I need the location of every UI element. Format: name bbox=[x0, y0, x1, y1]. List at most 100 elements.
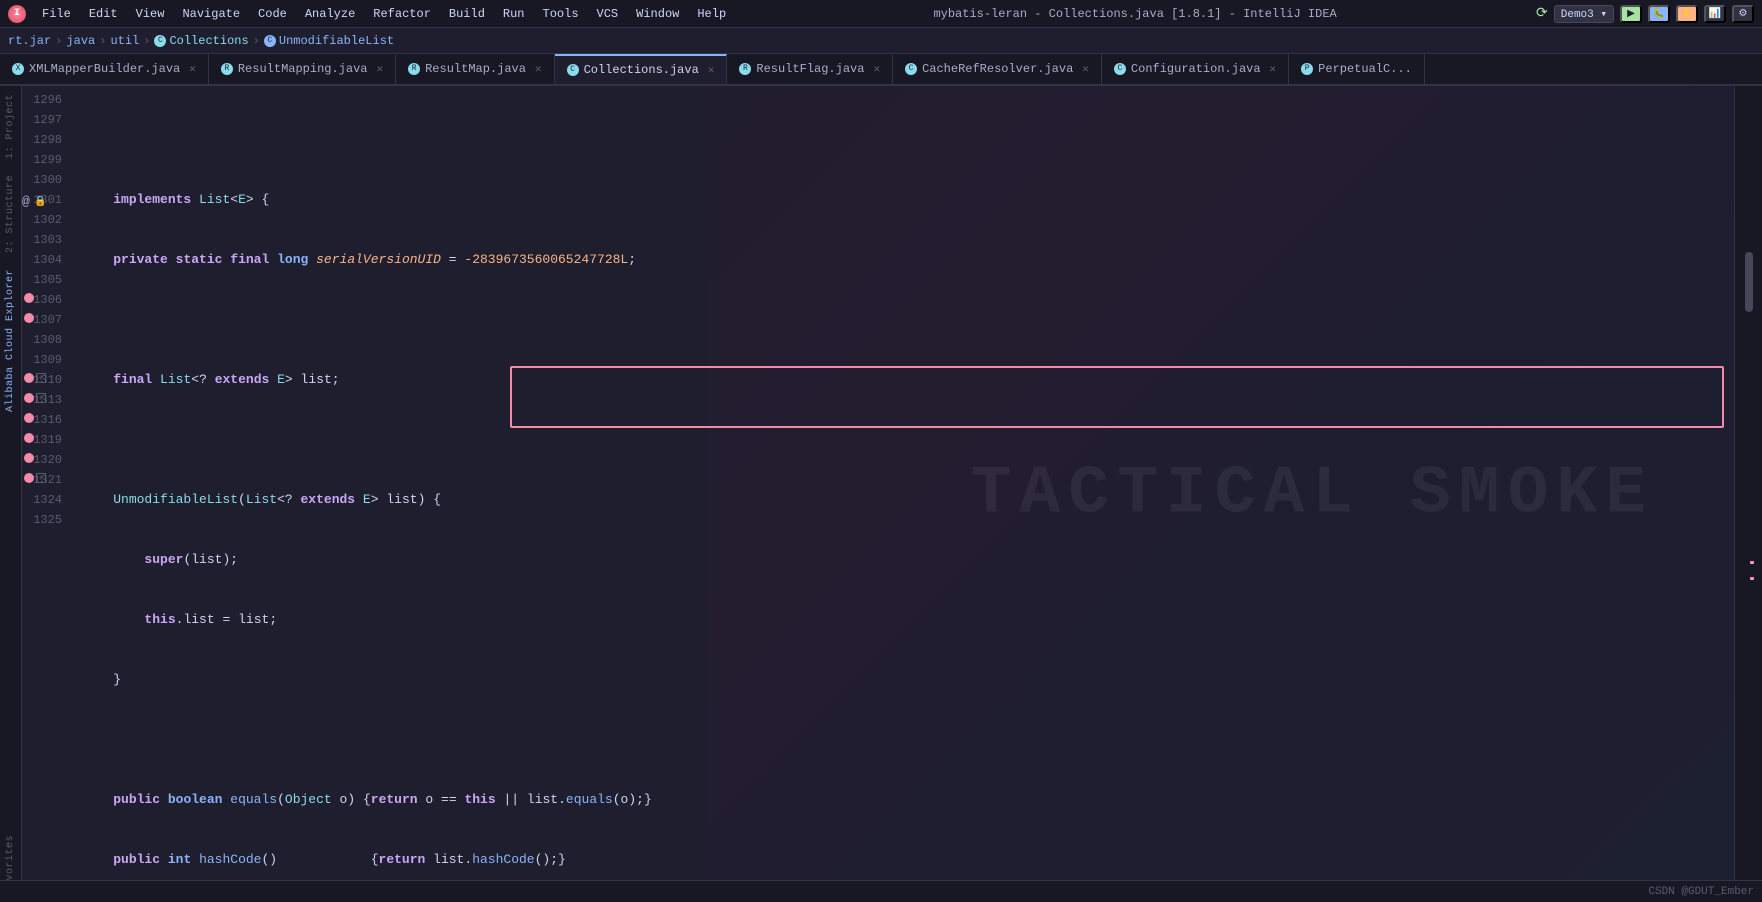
tab-resultmapping[interactable]: R ResultMapping.java ✕ bbox=[209, 54, 396, 84]
code-line-1306: public boolean equals(Object o) {return … bbox=[82, 790, 1734, 810]
code-line-1305 bbox=[82, 730, 1734, 750]
change-marker-1319 bbox=[24, 433, 34, 443]
tab-icon-crr: C bbox=[905, 63, 917, 75]
menu-bar: File Edit View Navigate Code Analyze Ref… bbox=[34, 5, 734, 23]
expand-1321[interactable]: + bbox=[36, 473, 46, 483]
coverage-button[interactable]: 📊 bbox=[1704, 5, 1726, 23]
menu-analyze[interactable]: Analyze bbox=[297, 5, 363, 23]
vtab-cloud[interactable]: Alibaba Cloud Explorer bbox=[2, 261, 19, 420]
code-editor-content[interactable]: implements List<E> { private static fina… bbox=[74, 86, 1734, 902]
tab-close-xml[interactable]: ✕ bbox=[189, 62, 196, 76]
scrollbar-track bbox=[1744, 90, 1754, 902]
gutter-1319: 1319 bbox=[22, 430, 66, 450]
unmodifiable-icon: C bbox=[264, 35, 276, 47]
tab-icon-rm: R bbox=[221, 63, 233, 75]
tab-configuration[interactable]: C Configuration.java ✕ bbox=[1102, 54, 1289, 84]
change-marker-1310 bbox=[24, 373, 34, 383]
breadcrumb-unmodifiable[interactable]: C UnmodifiableList bbox=[264, 34, 394, 48]
tab-icon-perp: P bbox=[1301, 63, 1313, 75]
code-line-1298 bbox=[82, 310, 1734, 330]
menu-vcs[interactable]: VCS bbox=[589, 5, 627, 23]
gutter-1303: 1303 bbox=[22, 230, 66, 250]
change-marker-1320 bbox=[24, 453, 34, 463]
gutter-1305: 1305 bbox=[22, 270, 66, 290]
breadcrumb: rt.jar › java › util › C Collections › C… bbox=[0, 28, 1762, 54]
tab-icon-collections: C bbox=[567, 64, 579, 76]
expand-1310[interactable]: + bbox=[36, 373, 46, 383]
status-bar: CSDN @GDUT_Ember bbox=[0, 880, 1762, 902]
tab-cacherefresolver[interactable]: C CacheRefResolver.java ✕ bbox=[893, 54, 1102, 84]
menu-refactor[interactable]: Refactor bbox=[365, 5, 439, 23]
change-marker-1306 bbox=[24, 293, 34, 303]
gutter-1306: 1306 bbox=[22, 290, 66, 310]
status-csdn: CSDN @GDUT_Ember bbox=[1648, 886, 1754, 898]
menu-code[interactable]: Code bbox=[250, 5, 295, 23]
tab-perpetual[interactable]: P PerpetualC... bbox=[1289, 54, 1425, 84]
main-area: 1: Project 2: Structure Alibaba Cloud Ex… bbox=[0, 86, 1762, 902]
gutter-1296: 1296 bbox=[22, 90, 66, 110]
debug-button[interactable]: 🐛 bbox=[1648, 5, 1670, 23]
tab-resultmap[interactable]: R ResultMap.java ✕ bbox=[396, 54, 554, 84]
run-config-select[interactable]: Demo3 ▾ bbox=[1554, 5, 1614, 23]
menu-run[interactable]: Run bbox=[495, 5, 533, 23]
gutter-1325: 1325 bbox=[22, 510, 66, 530]
tab-collections[interactable]: C Collections.java ✕ bbox=[555, 54, 728, 84]
code-line-1300 bbox=[82, 430, 1734, 450]
menu-help[interactable]: Help bbox=[689, 5, 734, 23]
tabs-row: X XMLMapperBuilder.java ✕ R ResultMappin… bbox=[0, 54, 1762, 86]
code-line-1303: this.list = list; bbox=[82, 610, 1734, 630]
expand-1313[interactable]: + bbox=[36, 393, 46, 403]
change-marker-1316 bbox=[24, 413, 34, 423]
editor[interactable]: TACTICAL SMOKE 1296 1297 1298 1299 1300 … bbox=[22, 86, 1734, 902]
menu-edit[interactable]: Edit bbox=[81, 5, 126, 23]
tab-close-conf[interactable]: ✕ bbox=[1270, 62, 1277, 76]
gutter-1297: 1297 bbox=[22, 110, 66, 130]
window-title: mybatis-leran - Collections.java [1.8.1]… bbox=[742, 7, 1528, 21]
tab-xmlmapperbuilder[interactable]: X XMLMapperBuilder.java ✕ bbox=[0, 54, 209, 84]
code-line-1296: implements List<E> { bbox=[82, 190, 1734, 210]
right-sidebar bbox=[1734, 86, 1762, 902]
breadcrumb-sep2: › bbox=[99, 34, 106, 48]
tab-icon-rf: R bbox=[739, 63, 751, 75]
gutter-1298: 1298 bbox=[22, 130, 66, 150]
gutter-1321: + 1321 bbox=[22, 470, 66, 490]
breadcrumb-collections[interactable]: C Collections bbox=[154, 34, 248, 48]
settings-button[interactable]: ⚙ bbox=[1732, 5, 1754, 23]
gutter-at-1301: @ bbox=[22, 192, 30, 212]
menu-build[interactable]: Build bbox=[441, 5, 493, 23]
menu-navigate[interactable]: Navigate bbox=[174, 5, 248, 23]
menu-file[interactable]: File bbox=[34, 5, 79, 23]
tab-close-crr[interactable]: ✕ bbox=[1082, 62, 1089, 76]
breadcrumb-rtjar[interactable]: rt.jar bbox=[8, 34, 51, 48]
app-logo: I bbox=[8, 5, 26, 23]
gutter-1300: 1300 bbox=[22, 170, 66, 190]
tab-resultflag[interactable]: R ResultFlag.java ✕ bbox=[727, 54, 893, 84]
change-marker-1321 bbox=[24, 473, 34, 483]
menu-window[interactable]: Window bbox=[628, 5, 687, 23]
tab-close-rf[interactable]: ✕ bbox=[873, 62, 880, 76]
breadcrumb-sep4: › bbox=[253, 34, 260, 48]
tab-close-rm[interactable]: ✕ bbox=[376, 62, 383, 76]
breadcrumb-sep1: › bbox=[55, 34, 62, 48]
vertical-tabs: 1: Project 2: Structure Alibaba Cloud Ex… bbox=[0, 86, 22, 902]
menu-tools[interactable]: Tools bbox=[535, 5, 587, 23]
gutter-1324: 1324 bbox=[22, 490, 66, 510]
breadcrumb-util[interactable]: util bbox=[110, 34, 139, 48]
code-line-1302: super(list); bbox=[82, 550, 1734, 570]
tab-icon-xml: X bbox=[12, 63, 24, 75]
code-line-1304: } bbox=[82, 670, 1734, 690]
breadcrumb-java[interactable]: java bbox=[66, 34, 95, 48]
profile-button[interactable]: ⚡ bbox=[1676, 5, 1698, 23]
gutter-1316: 1316 bbox=[22, 410, 66, 430]
gutter-1304: 1304 bbox=[22, 250, 66, 270]
vtab-project[interactable]: 1: Project bbox=[2, 86, 19, 167]
tab-close-collections[interactable]: ✕ bbox=[708, 63, 715, 77]
run-button[interactable]: ▶ bbox=[1620, 5, 1642, 23]
tab-close-rmap[interactable]: ✕ bbox=[535, 62, 542, 76]
gutter-1308: 1308 bbox=[22, 330, 66, 350]
gutter-1307: 1307 bbox=[22, 310, 66, 330]
menu-view[interactable]: View bbox=[128, 5, 173, 23]
code-line-1299: final List<? extends E> list; bbox=[82, 370, 1734, 390]
vtab-structure[interactable]: 2: Structure bbox=[2, 167, 19, 261]
scrollbar-thumb[interactable] bbox=[1745, 252, 1753, 312]
